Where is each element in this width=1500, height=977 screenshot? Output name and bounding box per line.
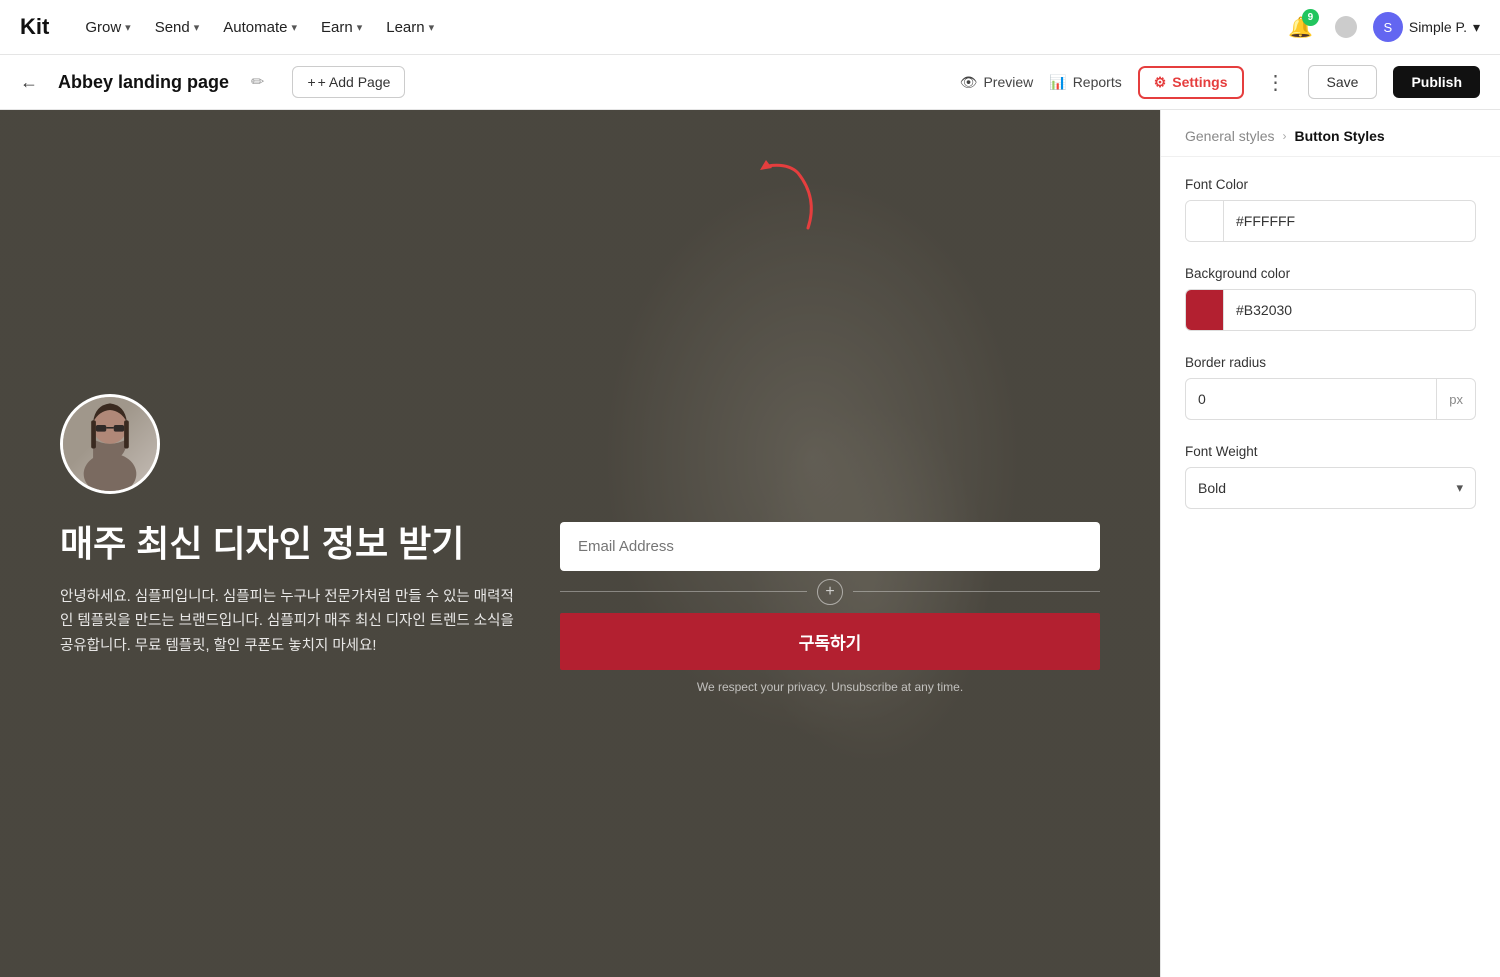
settings-button[interactable]: ⚙ Settings [1138, 66, 1244, 99]
breadcrumb-parent[interactable]: General styles [1185, 128, 1274, 144]
lp-right-col: + 구독하기 We respect your privacy. Unsubscr… [560, 522, 1100, 694]
nav-learn[interactable]: Learn ▾ [386, 19, 434, 36]
border-radius-unit: px [1436, 379, 1475, 419]
font-weight-select[interactable]: Bold ▾ [1185, 467, 1476, 509]
user-menu-button[interactable]: S Simple P. ▾ [1373, 12, 1480, 42]
font-weight-label: Font Weight [1185, 444, 1476, 459]
plus-icon: + [307, 74, 315, 90]
email-input[interactable] [560, 522, 1100, 571]
publish-button[interactable]: Publish [1393, 66, 1480, 98]
canvas-area: 매주 최신 디자인 정보 받기 안녕하세요. 심플피입니다. 심플피는 누구나 … [0, 110, 1160, 977]
background-color-field: Background color #B32030 [1185, 266, 1476, 331]
chevron-down-icon: ▾ [125, 21, 131, 34]
font-color-input[interactable]: #FFFFFF [1185, 200, 1476, 242]
border-radius-field: Border radius 0 px [1185, 355, 1476, 420]
divider-line-left [560, 591, 807, 592]
settings-icon: ⚙ [1154, 74, 1167, 91]
notification-badge: 9 [1302, 9, 1319, 26]
chevron-down-icon: ▾ [357, 21, 363, 34]
nav-grow[interactable]: Grow ▾ [85, 19, 130, 36]
nav-earn[interactable]: Earn ▾ [321, 19, 362, 36]
more-options-button[interactable]: ⋮ [1260, 66, 1292, 99]
background-color-swatch [1186, 290, 1224, 330]
privacy-text: We respect your privacy. Unsubscribe at … [560, 680, 1100, 694]
font-color-field: Font Color #FFFFFF [1185, 177, 1476, 242]
avatar: S [1373, 12, 1403, 42]
lp-main-row: 매주 최신 디자인 정보 받기 안녕하세요. 심플피입니다. 심플피는 누구나 … [60, 522, 1100, 694]
border-radius-label: Border radius [1185, 355, 1476, 370]
logo[interactable]: Kit [20, 14, 49, 40]
chevron-down-icon: ▾ [429, 21, 435, 34]
top-nav: Kit Grow ▾ Send ▾ Automate ▾ Earn ▾ Lear… [0, 0, 1500, 55]
font-color-value: #FFFFFF [1224, 213, 1307, 229]
subscribe-button[interactable]: 구독하기 [560, 613, 1100, 670]
border-radius-value: 0 [1186, 391, 1436, 407]
divider-line-right [853, 591, 1100, 592]
settings-body: Font Color #FFFFFF Background color #B32… [1161, 157, 1500, 529]
chevron-down-icon: ▾ [292, 21, 298, 34]
lp-description: 안녕하세요. 심플피입니다. 심플피는 누구나 전문가처럼 만들 수 있는 매력… [60, 585, 520, 659]
form-divider: + [560, 579, 1100, 605]
person-icon [63, 397, 157, 491]
chevron-down-icon: ▾ [194, 21, 200, 34]
main-area: 매주 최신 디자인 정보 받기 안녕하세요. 심플피입니다. 심플피는 누구나 … [0, 110, 1500, 977]
font-weight-field: Font Weight Bold ▾ [1185, 444, 1476, 509]
chart-icon: 📊 [1049, 74, 1066, 91]
landing-page-content: 매주 최신 디자인 정보 받기 안녕하세요. 심플피입니다. 심플피는 누구나 … [0, 110, 1160, 977]
background-color-input[interactable]: #B32030 [1185, 289, 1476, 331]
breadcrumb: General styles › Button Styles [1161, 110, 1500, 157]
reports-button[interactable]: 📊 Reports [1049, 74, 1121, 91]
lp-left-col: 매주 최신 디자인 정보 받기 안녕하세요. 심플피입니다. 심플피는 누구나 … [60, 522, 520, 659]
nav-send[interactable]: Send ▾ [155, 19, 200, 36]
settings-panel: General styles › Button Styles Font Colo… [1160, 110, 1500, 977]
background-color-value: #B32030 [1224, 302, 1304, 318]
lp-heading: 매주 최신 디자인 정보 받기 [60, 522, 520, 565]
save-button[interactable]: Save [1308, 65, 1378, 99]
nav-automate[interactable]: Automate ▾ [223, 19, 297, 36]
avatar-image [63, 397, 157, 491]
edit-title-button[interactable]: ✏ [251, 72, 264, 92]
landing-page-bg: 매주 최신 디자인 정보 받기 안녕하세요. 심플피입니다. 심플피는 누구나 … [0, 110, 1160, 977]
author-avatar [60, 394, 160, 494]
back-button[interactable]: ← [20, 72, 38, 93]
chevron-down-icon: ▾ [1456, 480, 1463, 496]
chevron-down-icon: ▾ [1473, 19, 1480, 36]
eye-icon: 👁 [960, 74, 978, 91]
add-page-button[interactable]: + + Add Page [292, 66, 405, 98]
border-radius-input[interactable]: 0 px [1185, 378, 1476, 420]
font-color-label: Font Color [1185, 177, 1476, 192]
toolbar-actions: 👁 Preview 📊 Reports ⚙ Settings ⋮ Save Pu… [960, 65, 1480, 99]
nav-right-actions: 🔔 9 S Simple P. ▾ [1283, 9, 1480, 45]
breadcrumb-current: Button Styles [1294, 128, 1384, 144]
notifications-button[interactable]: 🔔 9 [1283, 9, 1319, 45]
page-title: Abbey landing page [58, 72, 229, 93]
background-color-label: Background color [1185, 266, 1476, 281]
chevron-right-icon: › [1282, 129, 1286, 143]
toolbar: ← Abbey landing page ✏ + + Add Page 👁 Pr… [0, 55, 1500, 110]
font-weight-value: Bold [1198, 480, 1226, 496]
plus-circle-icon[interactable]: + [817, 579, 843, 605]
status-indicator [1335, 16, 1357, 38]
font-color-swatch [1186, 201, 1224, 241]
preview-button[interactable]: 👁 Preview [960, 74, 1034, 91]
signup-form: + 구독하기 We respect your privacy. Unsubscr… [560, 522, 1100, 694]
